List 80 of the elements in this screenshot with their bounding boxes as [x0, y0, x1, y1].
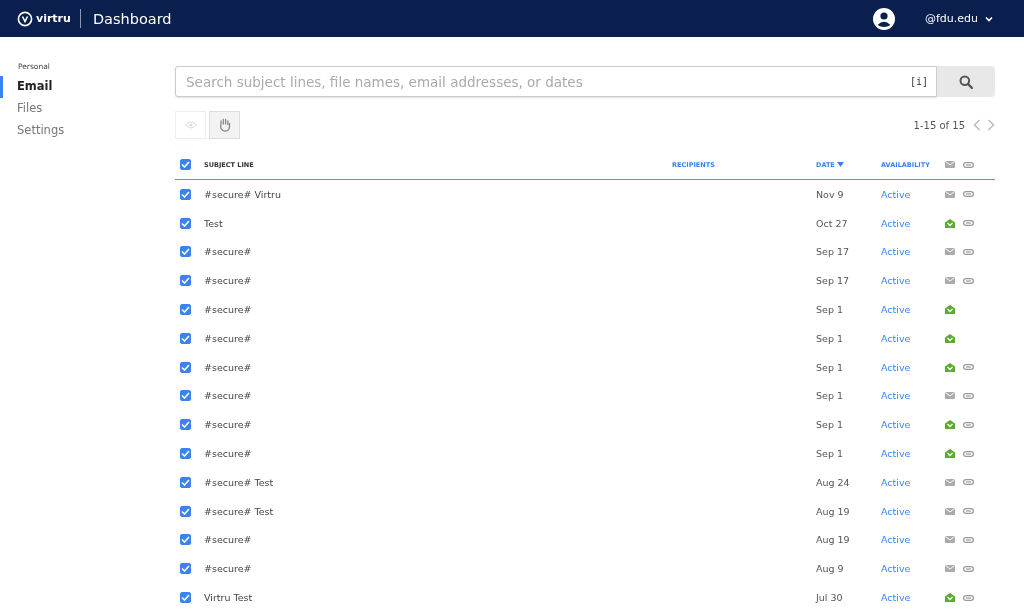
paperclip-icon: [963, 161, 974, 168]
subject-cell[interactable]: #secure#: [204, 304, 252, 316]
subject-cell[interactable]: #secure#: [204, 390, 252, 402]
row-checkbox[interactable]: [180, 476, 191, 488]
date-cell: Aug 9: [816, 563, 844, 575]
hand-icon: [218, 118, 231, 132]
avatar-icon[interactable]: [872, 7, 895, 30]
subject-cell[interactable]: #secure#: [204, 332, 252, 344]
row-checkbox[interactable]: [180, 592, 191, 604]
row-checkbox[interactable]: [180, 275, 191, 287]
date-cell: Sep 1: [816, 390, 843, 402]
sort-icon: [836, 162, 844, 167]
availability-link[interactable]: Active: [881, 361, 911, 373]
row-checkbox[interactable]: [180, 419, 191, 431]
availability-link[interactable]: Active: [881, 332, 911, 344]
row-checkbox[interactable]: [180, 448, 191, 460]
date-cell: Sep 1: [816, 448, 843, 460]
availability-link[interactable]: Active: [881, 505, 911, 517]
subject-cell[interactable]: #secure#: [204, 361, 252, 373]
availability-link[interactable]: Active: [881, 390, 911, 402]
availability-link[interactable]: Active: [881, 534, 911, 546]
row-checkbox[interactable]: [180, 390, 191, 402]
row-checkbox[interactable]: [180, 332, 191, 344]
subject-cell[interactable]: #secure#: [204, 275, 252, 287]
subject-cell[interactable]: #secure#: [204, 534, 252, 546]
row-checkbox[interactable]: [180, 188, 191, 200]
availability-link[interactable]: Active: [881, 188, 911, 200]
search-button[interactable]: [937, 66, 995, 97]
availability-link[interactable]: Active: [881, 275, 911, 287]
row-checkbox[interactable]: [180, 304, 191, 316]
date-cell: Sep 1: [816, 304, 843, 316]
availability-link[interactable]: Active: [881, 304, 911, 316]
select-all-checkbox[interactable]: [180, 159, 191, 170]
subject-cell[interactable]: #secure#: [204, 448, 252, 460]
subject-cell[interactable]: #secure#: [204, 563, 252, 575]
row-checkbox[interactable]: [180, 217, 191, 229]
subject-cell[interactable]: #secure# Test: [204, 505, 274, 517]
availability-link[interactable]: Active: [881, 217, 911, 229]
availability-link[interactable]: Active: [881, 563, 911, 575]
eye-icon: [184, 121, 197, 129]
availability-link[interactable]: Active: [881, 246, 911, 258]
sidebar-item[interactable]: Files: [0, 98, 175, 120]
availability-link[interactable]: Active: [881, 476, 911, 488]
date-cell: Sep 1: [816, 332, 843, 344]
help-link[interactable]: [i]: [909, 76, 928, 87]
row-checkbox[interactable]: [180, 361, 191, 373]
date-cell: Sep 1: [816, 361, 843, 373]
search-field[interactable]: Search subject lines, file names, email addresses, or dates [i]: [175, 66, 937, 97]
account-menu[interactable]: @fdu.edu: [924, 12, 993, 25]
subject-cell[interactable]: #secure#: [204, 246, 252, 258]
subject-cell[interactable]: Virtru Test: [204, 592, 253, 604]
envelope-icon: [945, 161, 955, 168]
caret-icon: [985, 15, 993, 22]
subject-cell[interactable]: #secure# Virtru: [204, 188, 281, 200]
logo-icon: [17, 10, 33, 27]
page-title: Dashboard: [92, 10, 172, 27]
row-checkbox[interactable]: [180, 246, 191, 258]
row-checkbox[interactable]: [180, 563, 191, 575]
availability-link[interactable]: Active: [881, 592, 911, 604]
row-checkbox[interactable]: [180, 534, 191, 546]
subject-cell[interactable]: #secure#: [204, 419, 252, 431]
revoke-button[interactable]: [209, 111, 240, 139]
date-cell: Sep 17: [816, 275, 849, 287]
availability-link[interactable]: Active: [881, 419, 911, 431]
date-cell: Jul 30: [816, 592, 843, 604]
date-cell: Aug 24: [816, 476, 850, 488]
date-cell: Oct 27: [816, 217, 848, 229]
date-cell: Aug 19: [816, 505, 850, 517]
search-icon: [959, 74, 973, 89]
sidebar-item[interactable]: Settings: [0, 120, 175, 142]
date-cell: Sep 1: [816, 419, 843, 431]
date-cell: Sep 17: [816, 246, 849, 258]
row-checkbox[interactable]: [180, 505, 191, 517]
subject-cell[interactable]: Test: [204, 217, 223, 229]
availability-link[interactable]: Active: [881, 448, 911, 460]
date-cell: Aug 19: [816, 534, 850, 546]
subject-cell[interactable]: #secure# Test: [204, 476, 274, 488]
logo-text: virtru: [36, 12, 71, 25]
pagination-count: 1-15 of 15: [913, 119, 965, 131]
date-cell: Nov 9: [816, 188, 844, 200]
